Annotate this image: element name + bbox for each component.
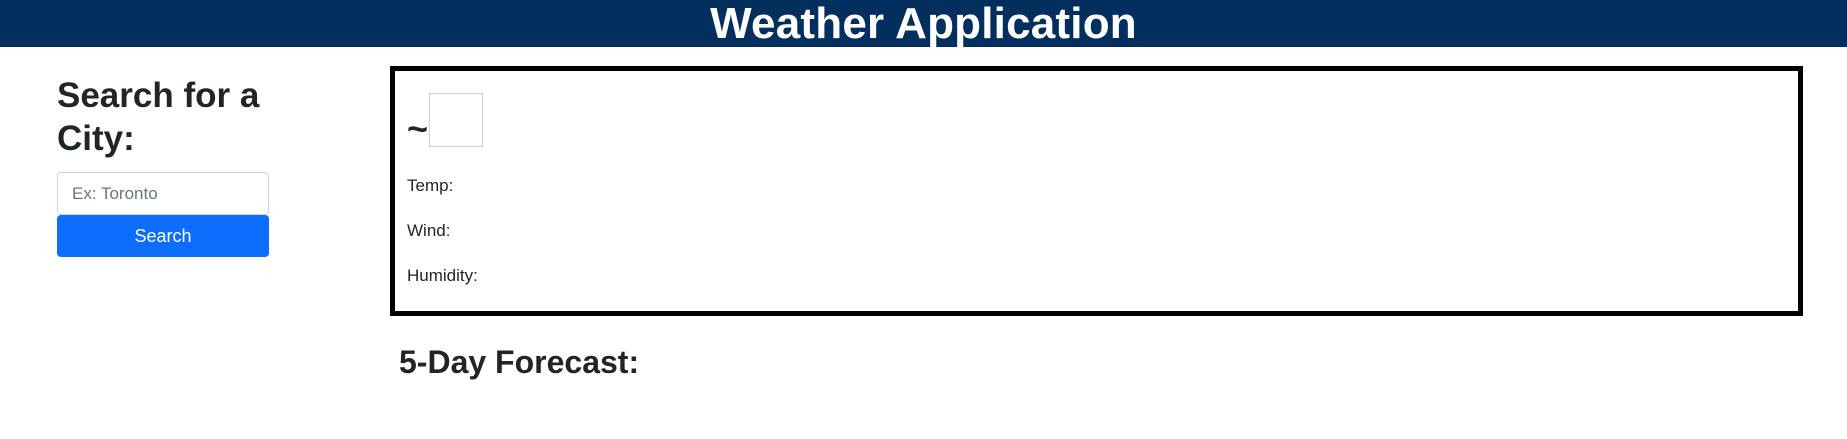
temp-label: Temp:	[407, 176, 454, 195]
city-row: ~	[407, 93, 484, 149]
city-name: ~	[407, 108, 429, 149]
app-header: Weather Application	[0, 0, 1847, 47]
city-search-input[interactable]	[57, 172, 269, 215]
search-sidebar: Search for a City: Search	[57, 74, 269, 257]
wind-label: Wind:	[407, 221, 451, 240]
search-button[interactable]: Search	[57, 215, 269, 257]
app-title: Weather Application	[710, 0, 1137, 48]
search-heading: Search for a City:	[57, 76, 260, 158]
weather-icon	[429, 93, 484, 147]
humidity-label: Humidity:	[407, 266, 478, 285]
forecast-title: 5-Day Forecast:	[399, 344, 640, 380]
current-weather-card: ~ Temp: Wind: Humidity:	[390, 66, 1803, 316]
